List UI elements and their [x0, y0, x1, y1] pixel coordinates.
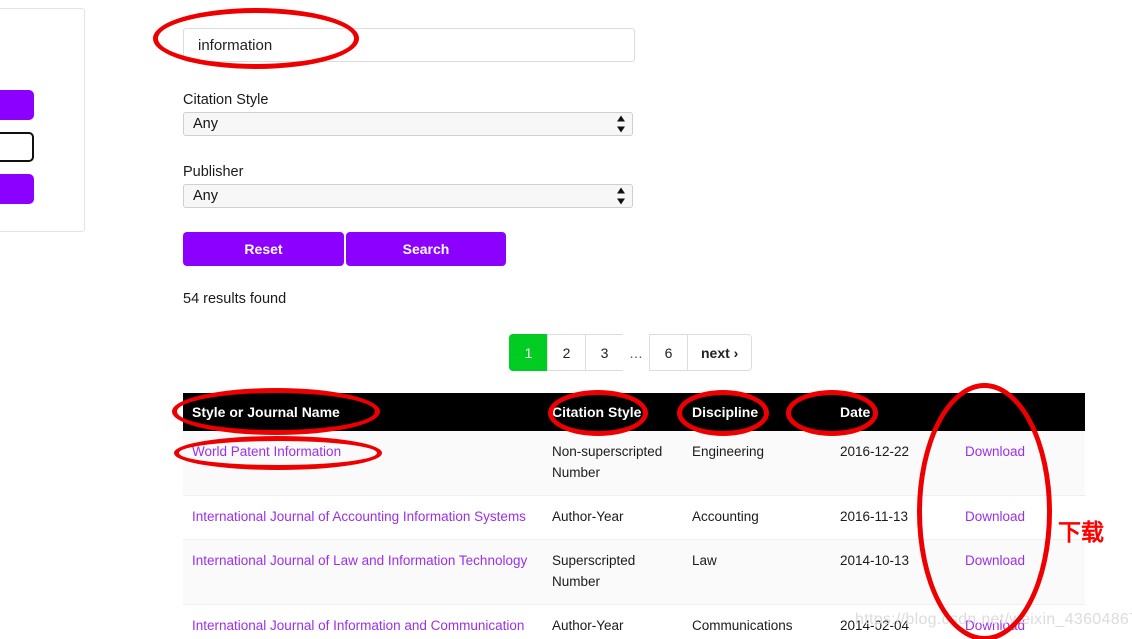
column-header-citation-style[interactable]: Citation Style — [543, 393, 683, 431]
chevron-updown-icon — [616, 187, 625, 205]
citation-style-selected-value: Any — [193, 116, 218, 132]
cell-discipline: Communications — [692, 617, 793, 633]
table-row: International Journal of Information and… — [183, 604, 1085, 639]
cell-citation-style: Superscripted Number — [552, 552, 636, 589]
publisher-select[interactable]: Any — [183, 184, 633, 208]
side-panel-button-3[interactable]: rial — [0, 174, 34, 204]
table-header-row: Style or Journal Name Citation Style Dis… — [183, 393, 1085, 431]
pagination-page-1[interactable]: 1 — [509, 334, 547, 371]
journal-name-link[interactable]: International Journal of Accounting Info… — [192, 509, 526, 524]
results-table: Style or Journal Name Citation Style Dis… — [183, 393, 1085, 639]
publisher-label: Publisher — [183, 164, 244, 180]
cell-discipline: Accounting — [692, 508, 759, 524]
download-link[interactable]: Download — [965, 553, 1025, 568]
pagination-page-2[interactable]: 2 — [547, 334, 585, 371]
side-panel-button-2[interactable]: re — [0, 132, 34, 162]
results-table-head: Style or Journal Name Citation Style Dis… — [183, 393, 1085, 431]
journal-name-link[interactable]: International Journal of Law and Informa… — [192, 553, 527, 568]
cell-citation-style: Author-Year — [552, 617, 624, 633]
column-header-discipline[interactable]: Discipline — [683, 393, 831, 431]
table-row: International Journal of Accounting Info… — [183, 495, 1085, 540]
cell-date: 2016-11-13 — [840, 508, 909, 524]
cell-date: 2014-10-13 — [840, 552, 910, 568]
pagination-ellipsis: … — [629, 344, 643, 361]
pagination-next-button[interactable]: next › — [687, 334, 753, 371]
search-query-input[interactable] — [183, 28, 635, 62]
side-panel: ote re rial — [0, 8, 85, 232]
journal-name-link[interactable]: International Journal of Information and… — [192, 618, 524, 639]
publisher-selected-value: Any — [193, 188, 218, 204]
column-header-download — [956, 393, 1085, 431]
download-link[interactable]: Download — [965, 444, 1025, 459]
journal-name-link[interactable]: World Patent Information — [192, 444, 341, 459]
cell-citation-style: Non-superscripted Number — [552, 444, 663, 480]
chevron-updown-icon — [616, 115, 625, 133]
cell-citation-style: Author-Year — [552, 508, 624, 524]
citation-style-label: Citation Style — [183, 92, 269, 108]
cell-discipline: Law — [692, 552, 717, 568]
download-link[interactable]: Download — [965, 509, 1025, 524]
reset-button[interactable]: Reset — [183, 232, 344, 266]
pagination[interactable]: 1 2 3 … 6 next › — [509, 334, 753, 371]
cell-discipline: Engineering — [692, 444, 765, 459]
pagination-page-6[interactable]: 6 — [649, 334, 687, 371]
pagination-page-3[interactable]: 3 — [585, 334, 623, 371]
results-count: 54 results found — [183, 291, 287, 307]
side-panel-button-1[interactable]: ote — [0, 90, 34, 120]
column-header-name[interactable]: Style or Journal Name — [183, 393, 543, 431]
table-row: International Journal of Law and Informa… — [183, 539, 1085, 605]
page-root: ote re rial Citation Style Any Publisher… — [0, 0, 1132, 639]
results-table-body: World Patent Information Non-superscript… — [183, 431, 1085, 639]
citation-style-select[interactable]: Any — [183, 112, 633, 136]
search-button[interactable]: Search — [346, 232, 506, 266]
download-link[interactable]: Download — [965, 618, 1025, 633]
column-header-date[interactable]: Date — [831, 393, 956, 431]
cell-date: 2016-12-22 — [840, 444, 910, 459]
table-row: World Patent Information Non-superscript… — [183, 431, 1085, 496]
cell-date: 2014-02-04 — [840, 617, 910, 633]
